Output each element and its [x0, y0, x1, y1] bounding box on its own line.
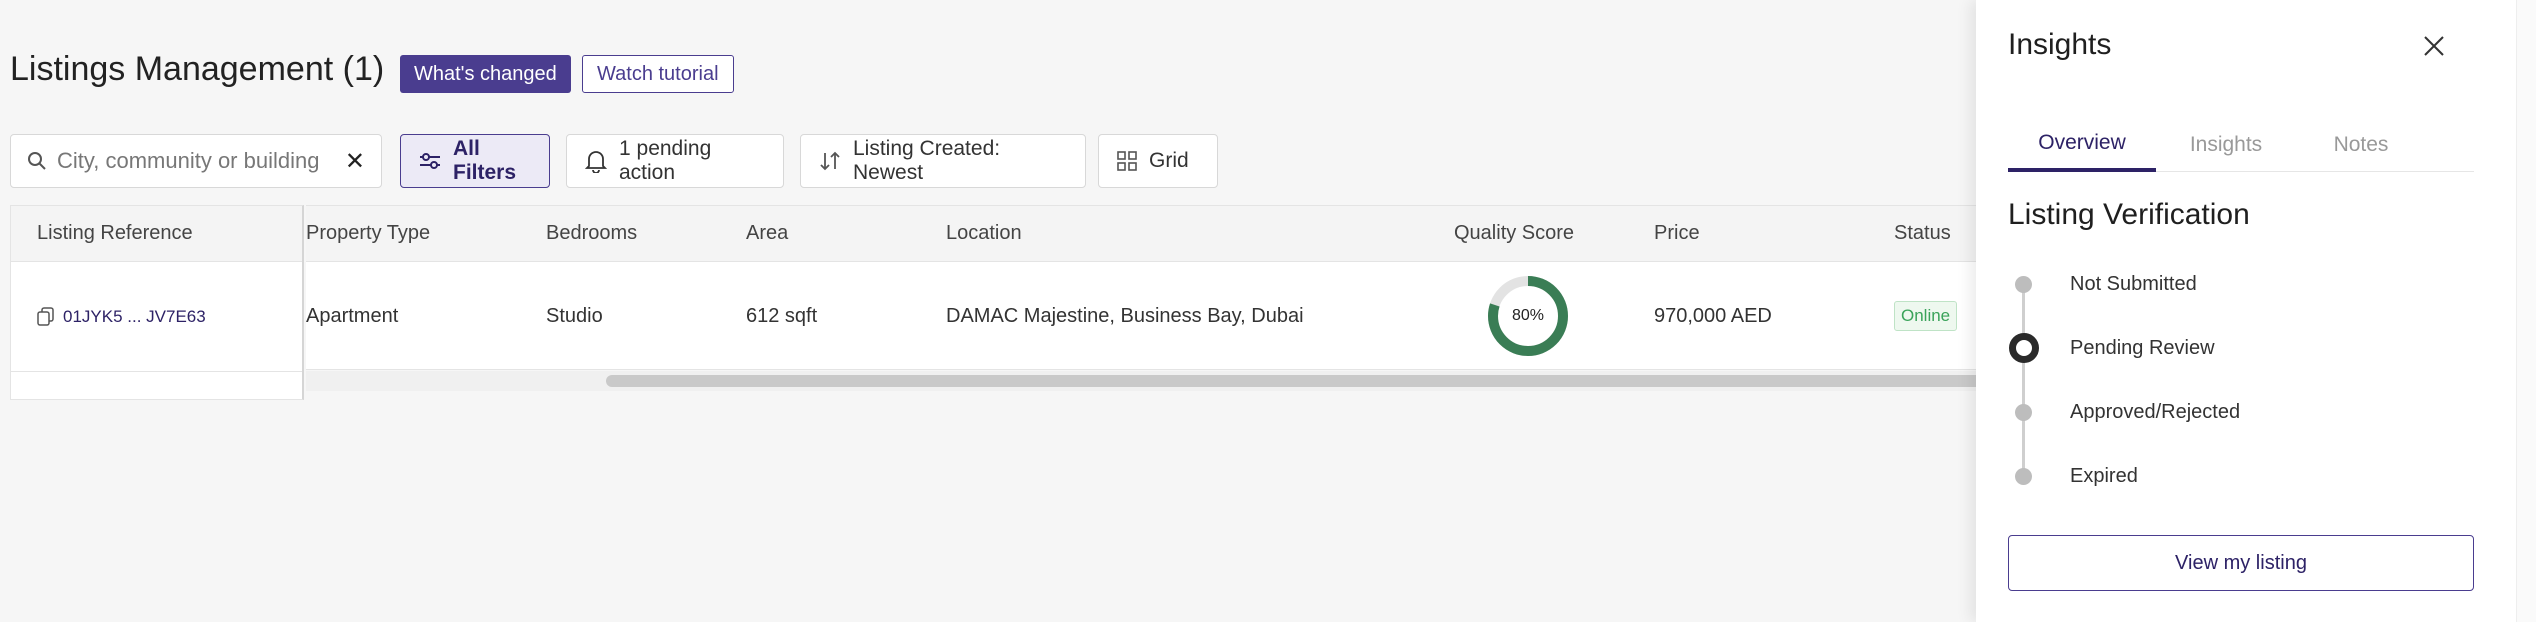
- sort-button[interactable]: Listing Created: Newest: [800, 134, 1086, 188]
- table-row[interactable]: Apartment Studio 612 sqft DAMAC Majestin…: [306, 262, 1980, 369]
- bell-icon: [585, 149, 607, 173]
- listings-table: Listing Reference 01JYK5 ... JV7E63 Prop…: [10, 205, 2006, 400]
- search-input[interactable]: [57, 148, 337, 174]
- step-label: Expired: [2070, 464, 2138, 487]
- watch-tutorial-button[interactable]: Watch tutorial: [582, 55, 734, 93]
- tab-insights[interactable]: Insights: [2156, 118, 2296, 172]
- tab-notes[interactable]: Notes: [2296, 118, 2426, 172]
- listing-reference-cell[interactable]: 01JYK5 ... JV7E63: [11, 262, 302, 372]
- column-header-bedrooms: Bedrooms: [546, 222, 638, 244]
- table-header-row: Property Type Bedrooms Area Location Qua…: [306, 206, 1980, 262]
- quality-score-value: 80%: [1511, 307, 1545, 324]
- horizontal-scrollbar[interactable]: [306, 371, 2006, 391]
- all-filters-button[interactable]: All Filters: [400, 134, 550, 188]
- pending-action-button[interactable]: 1 pending action: [566, 134, 784, 188]
- page-title: Listings Management (1): [10, 50, 385, 88]
- table-scroll-area: Property Type Bedrooms Area Location Qua…: [306, 205, 1980, 370]
- step-dot: [2015, 467, 2032, 485]
- column-header-location: Location: [946, 222, 1022, 244]
- column-header-quality-score: Quality Score: [1454, 222, 1575, 244]
- search-box: ✕: [10, 134, 382, 188]
- view-my-listing-button[interactable]: View my listing: [2008, 535, 2474, 591]
- clear-icon[interactable]: ✕: [345, 147, 365, 176]
- step-dot: [2015, 275, 2032, 293]
- copy-icon[interactable]: [37, 306, 55, 327]
- price-cell: 970,000 AED: [1654, 304, 1772, 327]
- column-header-listing-reference: Listing Reference: [11, 206, 302, 262]
- grid-label: Grid: [1149, 149, 1189, 172]
- column-header-price: Price: [1654, 222, 1700, 244]
- grid-icon: [1117, 151, 1137, 171]
- scrollbar-thumb[interactable]: [606, 375, 2006, 387]
- panel-title: Insights: [2008, 28, 2112, 61]
- location-cell: DAMAC Majestine, Business Bay, Dubai: [946, 304, 1304, 327]
- sliders-icon: [419, 151, 441, 171]
- step-label: Pending Review: [2070, 336, 2215, 359]
- quality-score-ring: 80%: [1486, 274, 1570, 358]
- column-header-status: Status: [1894, 222, 1951, 244]
- status-badge: Online: [1894, 301, 1958, 331]
- column-header-area: Area: [746, 222, 789, 244]
- whats-changed-button[interactable]: What's changed: [400, 55, 571, 93]
- step-dot-current: [2009, 333, 2039, 363]
- column-header-property-type: Property Type: [306, 222, 431, 244]
- step-label: Approved/Rejected: [2070, 400, 2241, 423]
- search-icon: [28, 152, 46, 170]
- panel-tabs: Overview Insights Notes: [2008, 118, 2474, 172]
- step-dot: [2015, 403, 2032, 421]
- quality-score-cell: 80%: [1486, 262, 1570, 369]
- fixed-column: Listing Reference 01JYK5 ... JV7E63: [10, 205, 304, 400]
- timeline-line: [2022, 284, 2025, 476]
- property-type-cell: Apartment: [306, 304, 399, 327]
- insights-panel: Insights Overview Insights Notes Listing…: [1976, 0, 2516, 622]
- sort-icon: [819, 150, 841, 172]
- grid-view-button[interactable]: Grid: [1098, 134, 1218, 188]
- tab-overview[interactable]: Overview: [2008, 118, 2156, 172]
- listing-verification-title: Listing Verification: [2008, 198, 2250, 231]
- listing-reference-link[interactable]: 01JYK5 ... JV7E63: [63, 307, 206, 327]
- pending-action-label: 1 pending action: [619, 137, 712, 184]
- step-label: Not Submitted: [2070, 272, 2197, 295]
- area-cell: 612 sqft: [746, 304, 818, 327]
- panel-scrollbar[interactable]: [2516, 0, 2536, 622]
- all-filters-label: All Filters: [453, 137, 517, 184]
- close-icon[interactable]: [2416, 28, 2452, 64]
- status-cell: Online: [1894, 262, 1958, 369]
- bedrooms-cell: Studio: [546, 304, 603, 327]
- sort-label: Listing Created: Newest: [853, 137, 1001, 184]
